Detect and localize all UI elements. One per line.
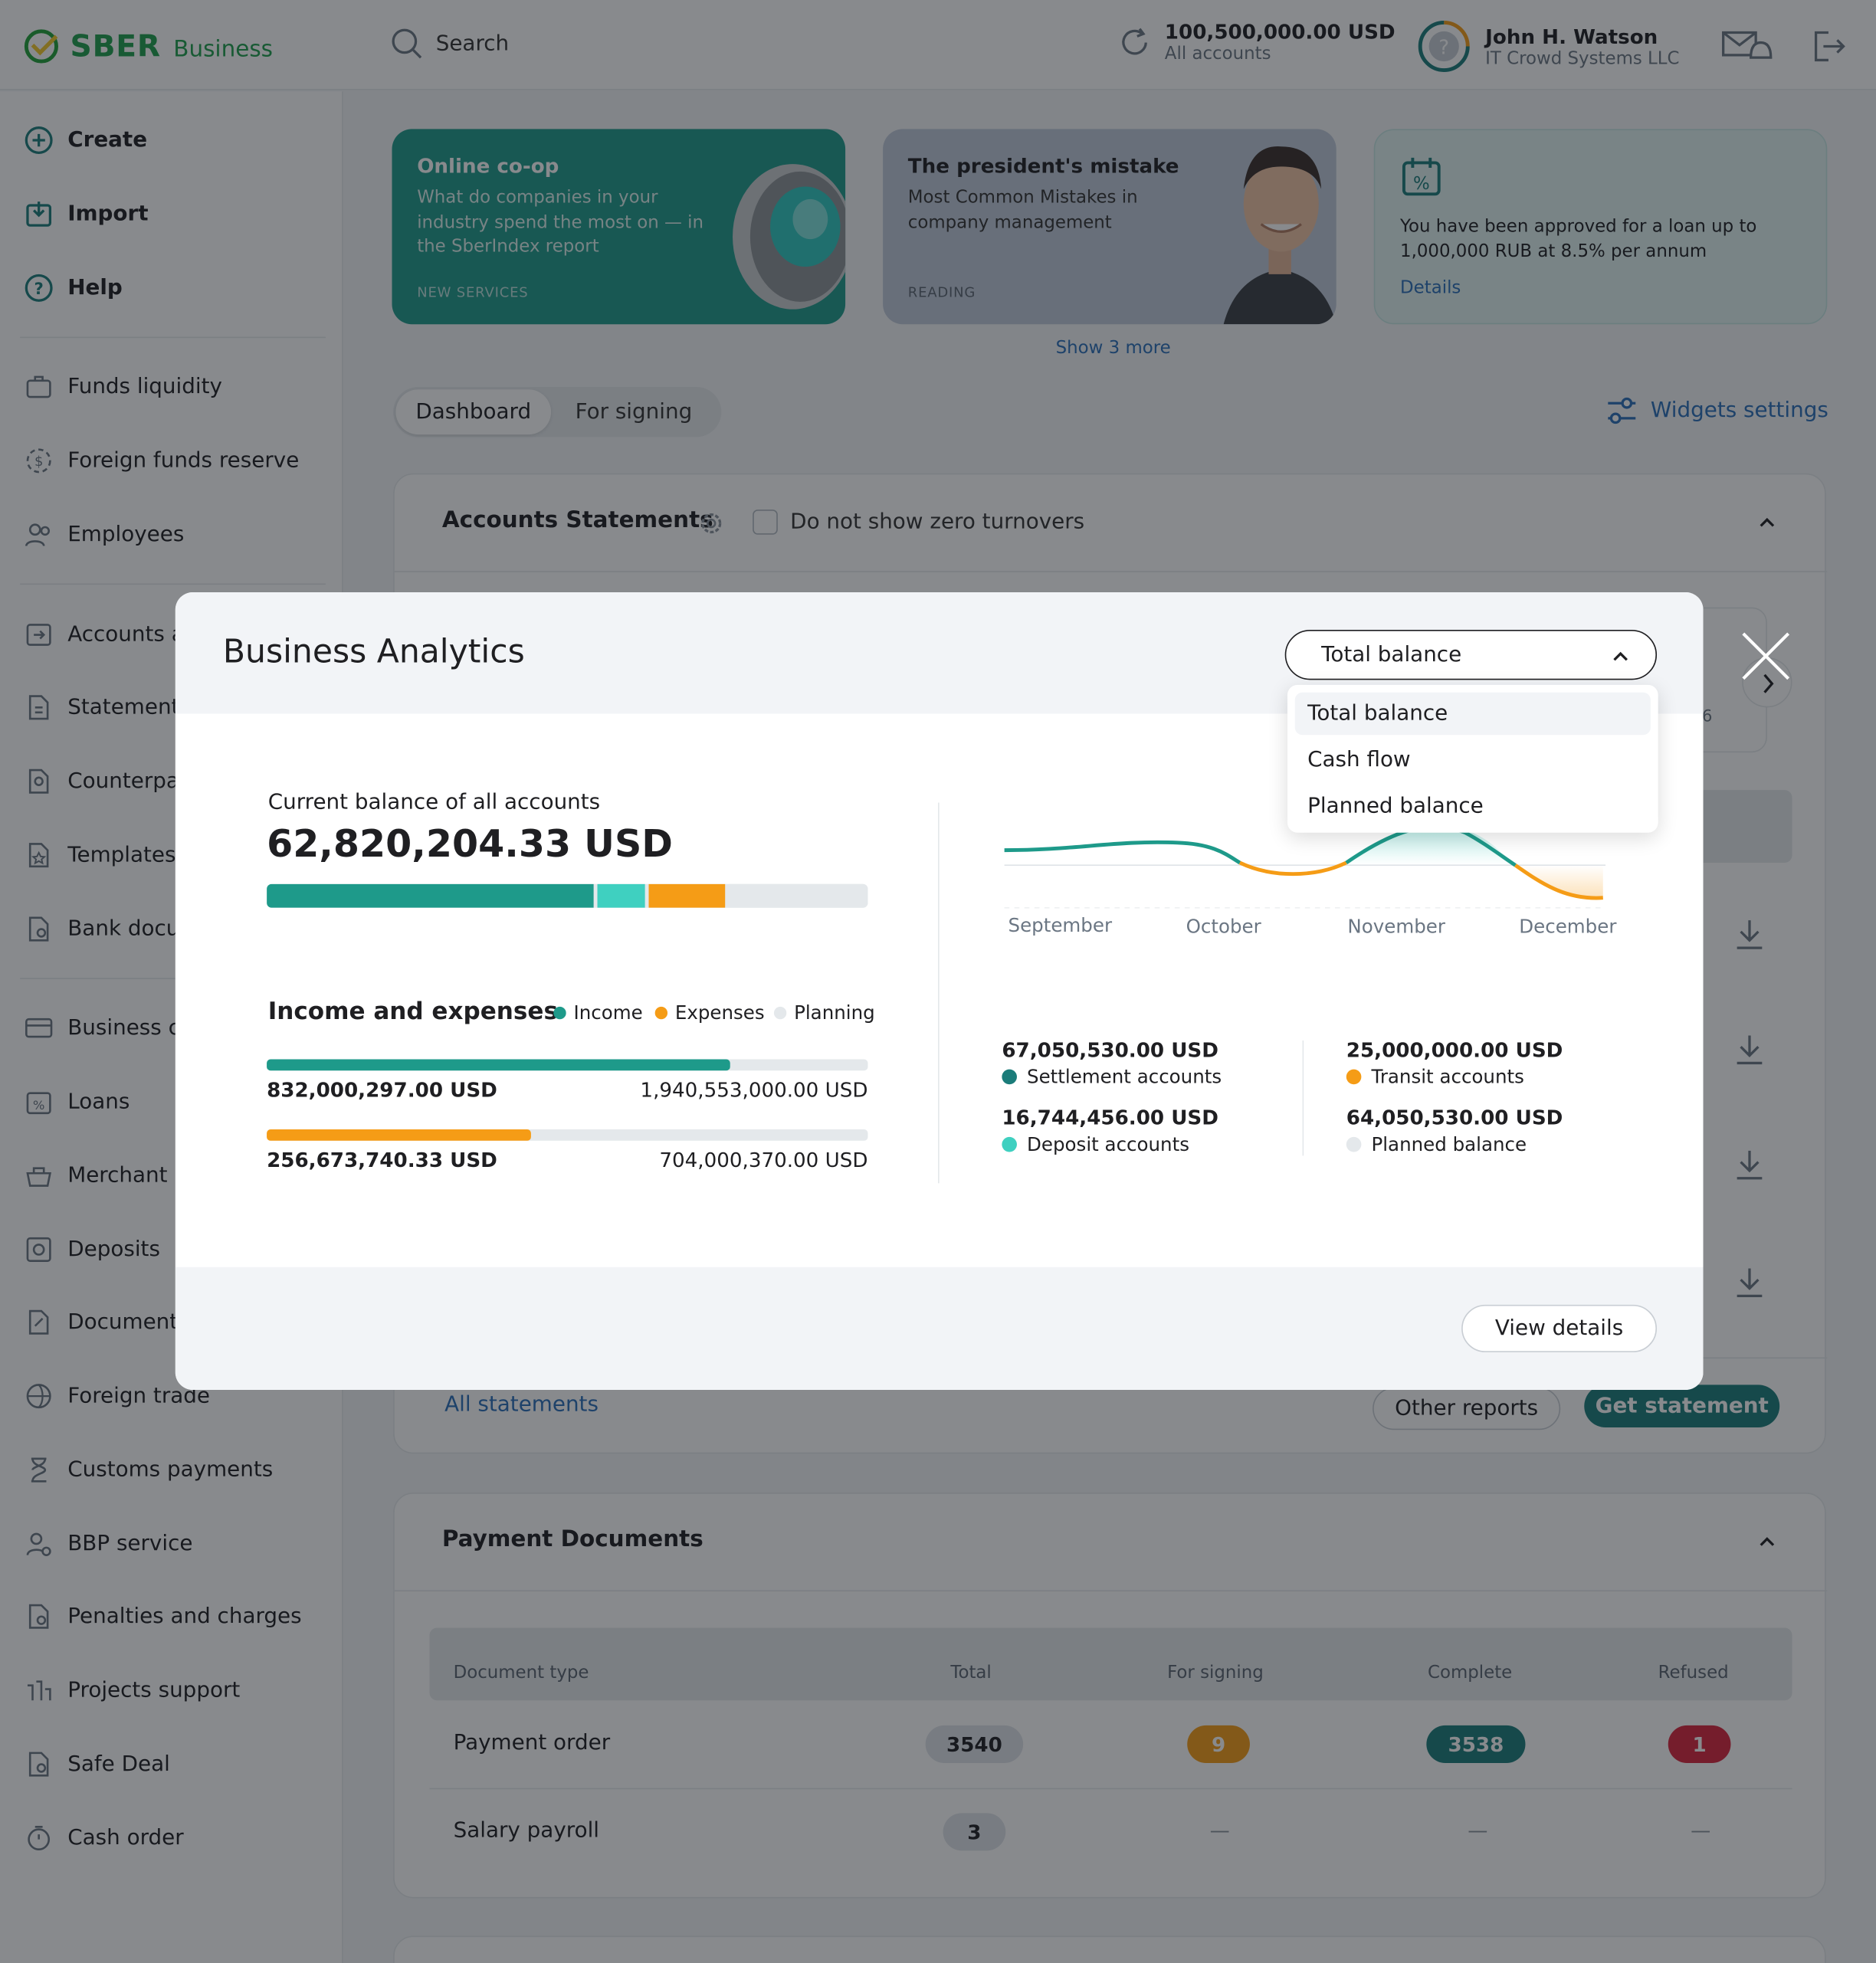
settlement-dot: [1002, 1069, 1017, 1085]
line-segment-orange: [1238, 860, 1347, 877]
month-label: December: [1519, 915, 1617, 939]
stat-label-text: Transit accounts: [1371, 1065, 1524, 1089]
balance-segment-transit: [648, 883, 726, 908]
expense-amount: 256,673,740.33 USD: [267, 1148, 497, 1172]
modal-title: Business Analytics: [222, 633, 525, 671]
stat-value: 67,050,530.00 USD: [1002, 1037, 1218, 1062]
option-planned-balance[interactable]: Planned balance: [1295, 785, 1651, 828]
expense-track: [267, 1129, 868, 1141]
option-total-balance[interactable]: Total balance: [1294, 692, 1651, 736]
view-details-button[interactable]: View details: [1461, 1304, 1658, 1352]
income-plan: 1,940,553,000.00 USD: [640, 1078, 868, 1103]
legend-income: Income: [553, 1001, 643, 1024]
stat-label: Deposit accounts: [1002, 1133, 1189, 1155]
expenses-dot: [654, 1006, 668, 1020]
stat-value: 64,050,530.00 USD: [1346, 1105, 1563, 1130]
stat-label: Settlement accounts: [1002, 1066, 1222, 1088]
select-dropdown: Total balance Cash flow Planned balance: [1287, 684, 1658, 833]
stat-label: Planned balance: [1346, 1133, 1527, 1155]
stat-value: 16,744,456.00 USD: [1002, 1105, 1218, 1130]
close-icon[interactable]: [1738, 628, 1793, 683]
current-balance-amount: 62,820,204.33 USD: [267, 822, 673, 867]
income-expenses-title: Income and expenses: [267, 998, 558, 1026]
business-analytics-modal: Business Analytics Total balance Total b…: [175, 592, 1704, 1390]
expense-plan: 704,000,370.00 USD: [659, 1148, 868, 1172]
income-dot: [553, 1006, 566, 1020]
month-label: September: [1008, 913, 1113, 937]
month-label: October: [1186, 915, 1261, 939]
balance-segment-planned: [729, 883, 868, 908]
legend-label: Expenses: [674, 1001, 765, 1024]
analytics-type-select[interactable]: Total balance: [1284, 630, 1658, 680]
current-balance-label: Current balance of all accounts: [267, 790, 601, 815]
column-divider: [938, 802, 940, 1184]
expense-fill: [267, 1129, 532, 1141]
legend-expenses: Expenses: [654, 1001, 765, 1024]
area-orange: [1515, 865, 1603, 899]
balance-split-bar: [267, 883, 868, 908]
app-page: SBER Business Search 100,500,000.00 USD …: [0, 0, 1876, 1963]
month-label: November: [1347, 915, 1445, 939]
transit-dot: [1346, 1069, 1362, 1085]
stat-label-text: Planned balance: [1371, 1132, 1527, 1156]
planning-dot: [773, 1006, 787, 1020]
select-value: Total balance: [1321, 642, 1462, 668]
legend-label: Income: [573, 1001, 643, 1024]
planned-dot: [1346, 1136, 1362, 1152]
legend-label: Planning: [794, 1001, 875, 1024]
balance-segment-settlement: [267, 883, 595, 908]
stat-value: 25,000,000.00 USD: [1346, 1037, 1563, 1062]
income-track: [267, 1059, 868, 1071]
legend-planning: Planning: [773, 1001, 875, 1024]
stats-divider: [1302, 1040, 1304, 1156]
deposit-dot: [1002, 1136, 1017, 1152]
option-cash-flow[interactable]: Cash flow: [1295, 739, 1651, 782]
balance-segment-deposit: [598, 883, 645, 908]
income-fill: [267, 1059, 730, 1071]
chevron-up-icon: [1613, 651, 1628, 661]
stat-label-text: Settlement accounts: [1027, 1065, 1222, 1089]
line-segment-teal: [1004, 840, 1241, 865]
stat-label-text: Deposit accounts: [1027, 1132, 1189, 1156]
stat-label: Transit accounts: [1346, 1066, 1524, 1088]
income-amount: 832,000,297.00 USD: [267, 1078, 497, 1103]
